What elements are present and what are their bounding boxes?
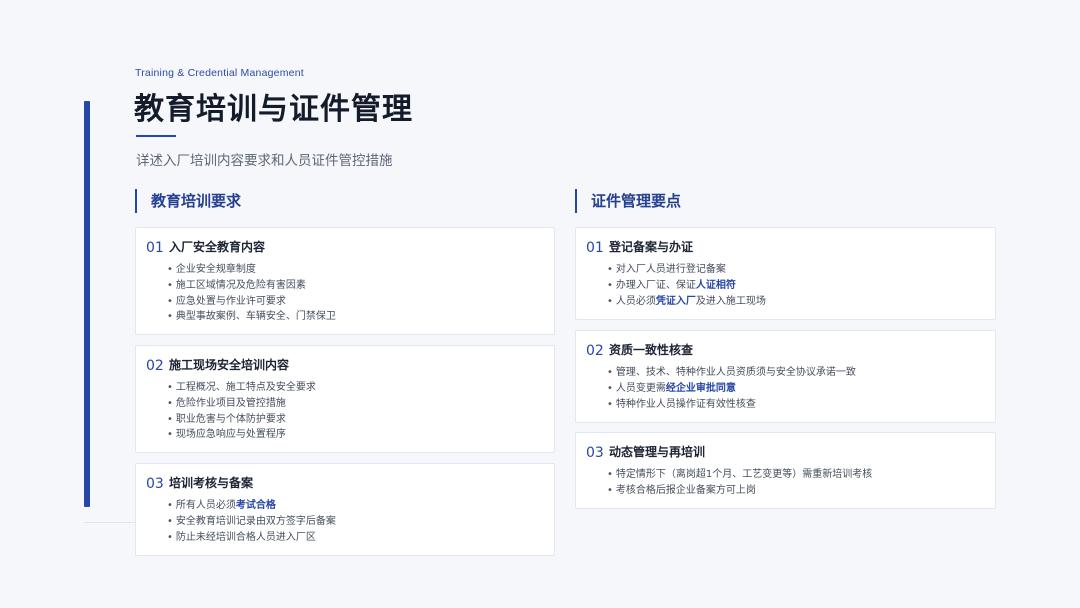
- item-text: 办理入厂证、保证: [615, 279, 696, 291]
- card-credential-1: 01 登记备案与办证 • 对入厂人员进行登记备案 • 办理入厂证、保证人证相符 • 人员必…: [575, 227, 996, 320]
- bullet-icon: •: [167, 515, 173, 527]
- bullet-icon: •: [607, 484, 613, 496]
- card-credential-3: 03 动态管理与再培训 • 特定情形下（离岗超1个月、工艺变更等）需重新培训考核 •…: [575, 432, 996, 509]
- card-number: 03: [146, 476, 164, 492]
- bullet-icon: •: [167, 295, 173, 307]
- bullet-icon: •: [167, 264, 173, 275]
- bullet-list: • 特定情形下（离岗超1个月、工艺变更等）需重新培训考核 • 考核合格后报企业备案方可…: [607, 467, 872, 499]
- card-number: 02: [146, 358, 164, 374]
- bullet-icon: •: [167, 311, 173, 323]
- bullet-icon: •: [607, 398, 613, 410]
- card-training-1: 01 入厂安全教育内容 • 企业安全规章制度 • 施工区域情况及危险有害因素 • 应急处置…: [135, 227, 555, 335]
- bullet-list: • 管理、技术、特种作业人员资质须与安全协议承诺一致 • 人员变更需经企业审批同意 • 特…: [607, 365, 856, 412]
- list-item: • 对入厂人员进行登记备案: [607, 262, 766, 278]
- list-item: • 施工区域情况及危险有害因素: [167, 278, 336, 294]
- item-text: 应急处置与作业许可要求: [175, 295, 286, 307]
- item-text: 防止未经培训合格人员进入厂区: [175, 531, 316, 543]
- list-item: • 特定情形下（离岗超1个月、工艺变更等）需重新培训考核: [607, 467, 872, 483]
- bullet-icon: •: [607, 367, 613, 378]
- bullet-icon: •: [607, 279, 613, 291]
- list-item: • 防止未经培训合格人员进入厂区: [167, 530, 336, 546]
- card-training-2: 02 施工现场安全培训内容 • 工程概况、施工特点及安全要求 • 危险作业项目及管控措…: [135, 345, 555, 453]
- item-text: 工程概况、施工特点及安全要求: [175, 382, 316, 393]
- list-item: • 应急处置与作业许可要求: [167, 294, 336, 310]
- list-item: • 职业危害与个体防护要求: [167, 412, 316, 428]
- item-text: 考核合格后报企业备案方可上岗: [615, 484, 756, 496]
- card-number: 01: [586, 240, 604, 256]
- card-number: 01: [146, 240, 164, 256]
- bullet-list: • 企业安全规章制度 • 施工区域情况及危险有害因素 • 应急处置与作业许可要求 • 典型事故…: [167, 262, 336, 325]
- section-heading-training: 教育培训要求: [135, 189, 241, 213]
- list-item: • 典型事故案例、车辆安全、门禁保卫: [167, 309, 336, 325]
- bullet-icon: •: [167, 500, 173, 511]
- list-item: • 企业安全规章制度: [167, 262, 336, 278]
- bullet-list: • 对入厂人员进行登记备案 • 办理入厂证、保证人证相符 • 人员必须凭证入厂及进入施工现…: [607, 262, 766, 309]
- item-text: 及进入施工现场: [695, 295, 766, 307]
- highlight-text: 经企业审批同意: [665, 382, 736, 394]
- page-subtitle: 详述入厂培训内容要求和人员证件管控措施: [136, 153, 393, 169]
- list-item: • 人员必须凭证入厂及进入施工现场: [607, 294, 766, 310]
- bullet-icon: •: [607, 469, 613, 480]
- list-item: • 危险作业项目及管控措施: [167, 396, 316, 412]
- card-title: 培训考核与备案: [169, 476, 254, 490]
- card-number: 03: [586, 445, 604, 461]
- list-item: • 办理入厂证、保证人证相符: [607, 278, 766, 294]
- item-text: 企业安全规章制度: [175, 264, 256, 275]
- list-item: • 工程概况、施工特点及安全要求: [167, 380, 316, 396]
- card-number: 02: [586, 343, 604, 359]
- item-text: 对入厂人员进行登记备案: [615, 264, 726, 275]
- card-title: 施工现场安全培训内容: [169, 358, 290, 372]
- bullet-icon: •: [607, 382, 613, 394]
- list-item: • 安全教育培训记录由双方签字后备案: [167, 514, 336, 530]
- section-heading-credential: 证件管理要点: [575, 189, 681, 213]
- list-item: • 人员变更需经企业审批同意: [607, 381, 856, 397]
- bullet-icon: •: [167, 279, 173, 291]
- card-training-3: 03 培训考核与备案 • 所有人员必须考试合格 • 安全教育培训记录由双方签字后备案 •…: [135, 463, 555, 556]
- bullet-icon: •: [607, 295, 613, 307]
- item-text: 现场应急响应与处置程序: [175, 429, 286, 441]
- item-text: 管理、技术、特种作业人员资质须与安全协议承诺一致: [615, 367, 856, 378]
- list-item: • 考核合格后报企业备案方可上岗: [607, 483, 872, 499]
- bullet-icon: •: [167, 531, 173, 543]
- bullet-list: • 工程概况、施工特点及安全要求 • 危险作业项目及管控措施 • 职业危害与个体防护要求 •…: [167, 380, 316, 443]
- bullet-icon: •: [607, 264, 613, 275]
- bullet-icon: •: [167, 429, 173, 441]
- item-text: 施工区域情况及危险有害因素: [175, 279, 306, 291]
- highlight-text: 考试合格: [235, 500, 276, 511]
- item-text: 职业危害与个体防护要求: [175, 413, 286, 425]
- item-text: 人员必须: [615, 295, 656, 307]
- highlight-text: 凭证入厂: [655, 295, 696, 307]
- card-title: 动态管理与再培训: [609, 445, 706, 459]
- item-text: 所有人员必须: [175, 500, 236, 511]
- eyebrow-text: Training & Credential Management: [135, 67, 304, 79]
- list-item: • 管理、技术、特种作业人员资质须与安全协议承诺一致: [607, 365, 856, 381]
- bullet-icon: •: [167, 397, 173, 409]
- item-text: 安全教育培训记录由双方签字后备案: [175, 515, 336, 527]
- bullet-icon: •: [167, 413, 173, 425]
- item-text: 特定情形下（离岗超1个月、工艺变更等）需重新培训考核: [615, 469, 873, 480]
- item-text: 特种作业人员操作证有效性核查: [615, 398, 756, 410]
- list-item: • 特种作业人员操作证有效性核查: [607, 397, 856, 413]
- accent-bar: [84, 101, 90, 507]
- card-title: 登记备案与办证: [609, 240, 694, 254]
- divider: [84, 522, 138, 523]
- highlight-text: 人证相符: [695, 279, 736, 291]
- page-title: 教育培训与证件管理: [134, 92, 413, 127]
- list-item: • 所有人员必须考试合格: [167, 498, 336, 514]
- card-title: 资质一致性核查: [609, 343, 694, 357]
- card-title: 入厂安全教育内容: [169, 240, 266, 254]
- item-text: 人员变更需: [615, 382, 666, 394]
- bullet-icon: •: [167, 382, 173, 393]
- title-underline: [136, 135, 176, 137]
- card-credential-2: 02 资质一致性核查 • 管理、技术、特种作业人员资质须与安全协议承诺一致 • 人员变…: [575, 330, 996, 423]
- item-text: 典型事故案例、车辆安全、门禁保卫: [175, 311, 336, 323]
- list-item: • 现场应急响应与处置程序: [167, 427, 316, 443]
- item-text: 危险作业项目及管控措施: [175, 397, 286, 409]
- bullet-list: • 所有人员必须考试合格 • 安全教育培训记录由双方签字后备案 • 防止未经培训合格人员进…: [167, 498, 336, 545]
